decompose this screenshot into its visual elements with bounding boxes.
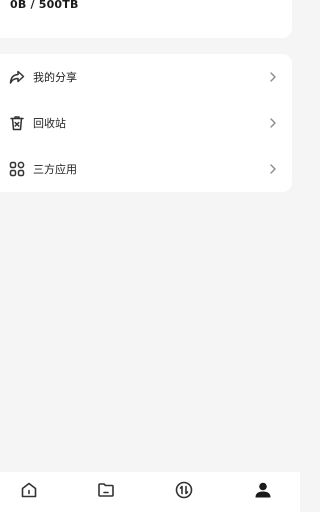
tab-files[interactable] (94, 478, 118, 502)
menu-item-third-party-apps[interactable]: 三方应用 (0, 149, 292, 189)
menu-item-label: 我的分享 (33, 71, 77, 84)
home-icon (19, 480, 39, 500)
chevron-right-icon (268, 71, 278, 83)
storage-card: 0B / 500TB (0, 0, 292, 38)
bottom-tab-bar (0, 472, 300, 512)
tab-home[interactable] (17, 478, 41, 502)
menu-item-label: 回收站 (33, 117, 66, 130)
menu-card: 我的分享 回收站 三方应用 (0, 54, 292, 192)
trash-icon (8, 114, 26, 132)
folder-icon (96, 480, 116, 500)
profile-icon (253, 480, 273, 500)
menu-item-my-share[interactable]: 我的分享 (0, 57, 292, 97)
apps-grid-icon (8, 160, 26, 178)
transfer-icon (174, 480, 194, 500)
chevron-right-icon (268, 163, 278, 175)
menu-item-recycle-bin[interactable]: 回收站 (0, 103, 292, 143)
share-icon (8, 68, 26, 86)
storage-usage-text: 0B / 500TB (10, 0, 79, 11)
tab-transfer[interactable] (172, 478, 196, 502)
menu-item-label: 三方应用 (33, 163, 77, 176)
chevron-right-icon (268, 117, 278, 129)
tab-profile[interactable] (251, 478, 275, 502)
